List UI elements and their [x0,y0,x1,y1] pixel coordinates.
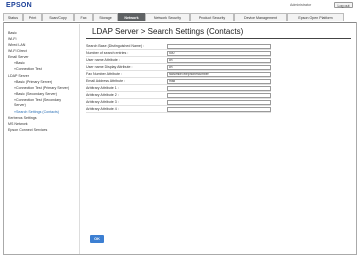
sidebar-item-email-server[interactable]: Email Server [8,55,29,59]
page-title: LDAP Server > Search Settings (Contacts) [92,27,244,36]
tab-product-security[interactable]: Product Security [190,13,234,21]
tab-scan-copy[interactable]: Scan/Copy [42,13,74,21]
arbitrary-attribute-2-input[interactable] [167,92,271,98]
top-bar: EPSON Administrator Log out [0,0,360,12]
sidebar-item-ldap-basic-secondary[interactable]: »Basic (Secondary Server) [14,92,57,96]
sidebar-item-email-basic[interactable]: »Basic [14,61,25,65]
sidebar-item-email-connection-test[interactable]: »Connection Test [14,67,42,71]
sidebar-item-wired-lan[interactable]: Wired LAN [8,43,25,47]
tab-epson-open-platform[interactable]: Epson Open Platform [287,13,344,21]
tab-fax[interactable]: Fax [74,13,93,21]
sidebar-item-ldap-server[interactable]: LDAP Server [8,74,29,78]
administrator-label: Administrator [290,3,312,7]
row-divider [86,112,271,113]
tab-status[interactable]: Status [3,13,23,21]
arbitrary-attribute-4-input[interactable] [167,106,271,112]
sidebar-item-wifi[interactable]: Wi-Fi [8,37,16,41]
sidebar-item-kerberos-settings[interactable]: Kerberos Settings [8,116,37,120]
title-divider [86,38,351,39]
logout-button[interactable]: Log out [334,2,353,8]
tab-network[interactable]: Network [118,13,145,21]
tab-network-security[interactable]: Network Security [145,13,190,21]
search-base-input[interactable] [167,43,271,49]
arbitrary-attribute-1-input[interactable] [167,85,271,91]
user-name-attribute-input[interactable]: cn [167,57,271,63]
epson-logo: EPSON [6,2,33,9]
email-address-attribute-input[interactable]: mail [167,78,271,84]
arbitrary-attribute-3-input[interactable] [167,99,271,105]
fax-number-attribute-input[interactable]: facsimileTelephoneNumber [167,71,271,77]
user-name-display-attribute-input[interactable]: cn [167,64,271,70]
sidebar-item-epson-connect-services[interactable]: Epson Connect Services [8,128,47,132]
sidebar-item-ldap-connection-test-secondary-cont[interactable]: Server) [14,103,26,107]
ok-button[interactable]: OK [90,235,104,243]
sidebar-item-basic[interactable]: Basic [8,31,17,35]
tab-device-management[interactable]: Device Management [234,13,287,21]
sidebar-item-ms-network[interactable]: MS Network [8,122,28,126]
tab-print[interactable]: Print [23,13,42,21]
sidebar-item-ldap-connection-test-secondary[interactable]: »Connection Test (Secondary [14,98,61,102]
sidebar-item-search-settings-contacts[interactable]: »Search Settings (Contacts) [14,110,59,114]
tab-storage[interactable]: Storage [93,13,118,21]
number-of-search-entries-input[interactable]: 500 [167,50,271,56]
sidebar: Basic Wi-Fi Wired LAN Wi-Fi Direct Email… [4,24,80,254]
sidebar-item-ldap-connection-test-primary[interactable]: »Connection Test (Primary Server) [14,86,69,90]
sidebar-item-wifi-direct[interactable]: Wi-Fi Direct [8,49,27,53]
sidebar-item-ldap-basic-primary[interactable]: »Basic (Primary Server) [14,80,52,84]
